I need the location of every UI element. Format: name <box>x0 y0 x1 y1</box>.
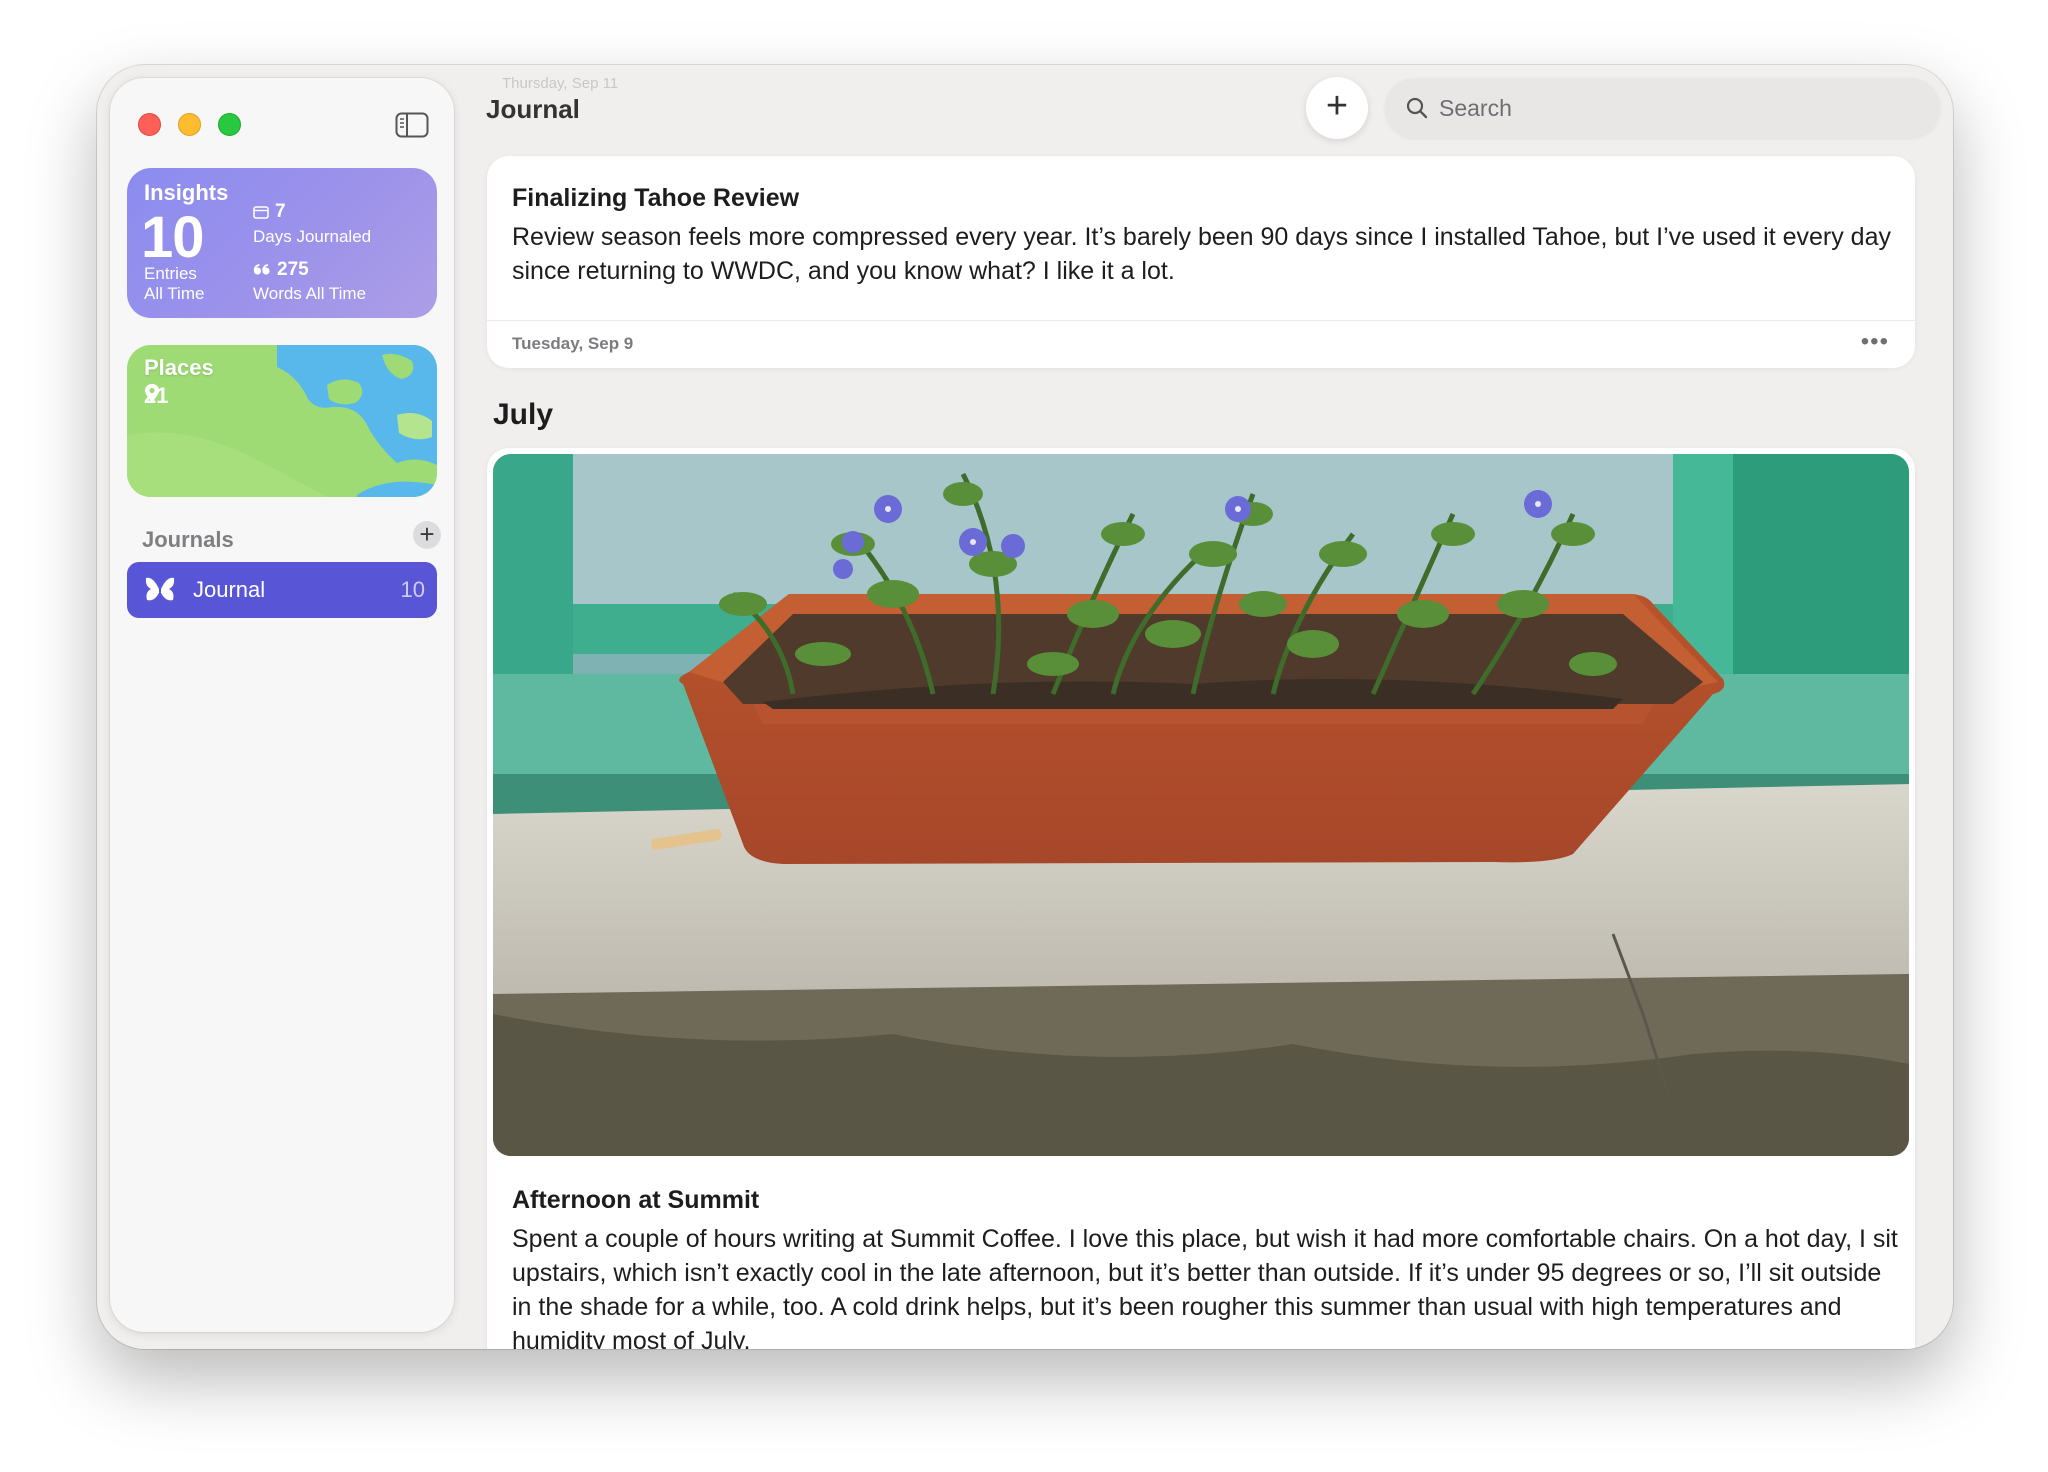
places-count-row: 21 <box>144 383 168 409</box>
places-title: Places <box>144 355 214 380</box>
journal-entry-count: 10 <box>400 577 425 602</box>
new-entry-button[interactable]: + <box>1306 77 1368 139</box>
journals-header: Journals <box>142 527 234 552</box>
entry-body: Review season feels more compressed ever… <box>512 223 1891 285</box>
entry-date: Tuesday, Sep 9 <box>512 334 634 353</box>
page-title: Journal <box>486 94 580 124</box>
plus-icon: + <box>1325 85 1349 127</box>
entries-label: Entries All Time <box>144 264 205 303</box>
add-journal-button[interactable]: + <box>413 521 441 549</box>
entry-card[interactable]: Finalizing Tahoe Review Review season fe… <box>487 156 1915 368</box>
days-count: 7 <box>275 201 286 222</box>
entry-card[interactable]: Afternoon at Summit Spent a couple of ho… <box>487 448 1915 1349</box>
words-label: Words All Time <box>253 284 367 303</box>
sidebar: Insights 10 Entries All Time 7 Days Jour… <box>110 78 454 1332</box>
divider <box>487 320 1915 321</box>
entry-title: Finalizing Tahoe Review <box>512 184 800 212</box>
search-input[interactable] <box>1439 92 1919 124</box>
butterfly-icon <box>145 577 175 601</box>
sidebar-item-journal[interactable]: Journal 10 <box>127 562 437 618</box>
insights-card[interactable]: Insights 10 Entries All Time 7 Days Jour… <box>127 168 437 318</box>
app-window: Insights 10 Entries All Time 7 Days Jour… <box>97 65 1953 1349</box>
entry-body: Spent a couple of hours writing at Summi… <box>512 1225 1898 1349</box>
places-card[interactable]: Places 21 <box>127 345 437 497</box>
entries-count: 10 <box>141 205 205 270</box>
more-options-icon[interactable]: ••• <box>1861 328 1889 356</box>
scrolled-date-header: Thursday, Sep 11 <box>502 75 619 92</box>
days-label: Days Journaled <box>253 227 372 246</box>
words-count: 275 <box>277 259 309 280</box>
days-journaled-stat: 7 <box>253 201 286 223</box>
words-stat: 275 <box>253 259 309 281</box>
search-field[interactable] <box>1385 78 1940 138</box>
minimize-window-button[interactable] <box>178 113 201 136</box>
close-window-button[interactable] <box>138 113 161 136</box>
quote-icon <box>253 264 270 275</box>
month-section-header: July <box>493 398 554 431</box>
journal-label: Journal <box>193 577 266 602</box>
calendar-icon <box>253 206 269 219</box>
insights-title: Insights <box>144 180 229 205</box>
flower-pot-photo-image <box>493 454 1909 1156</box>
zoom-window-button[interactable] <box>218 113 241 136</box>
map-pin-icon <box>145 384 159 402</box>
entry-photo[interactable] <box>493 454 1909 1156</box>
sidebar-toggle-icon[interactable] <box>395 112 429 138</box>
entry-title: Afternoon at Summit <box>512 1186 760 1214</box>
search-icon <box>1406 97 1428 119</box>
